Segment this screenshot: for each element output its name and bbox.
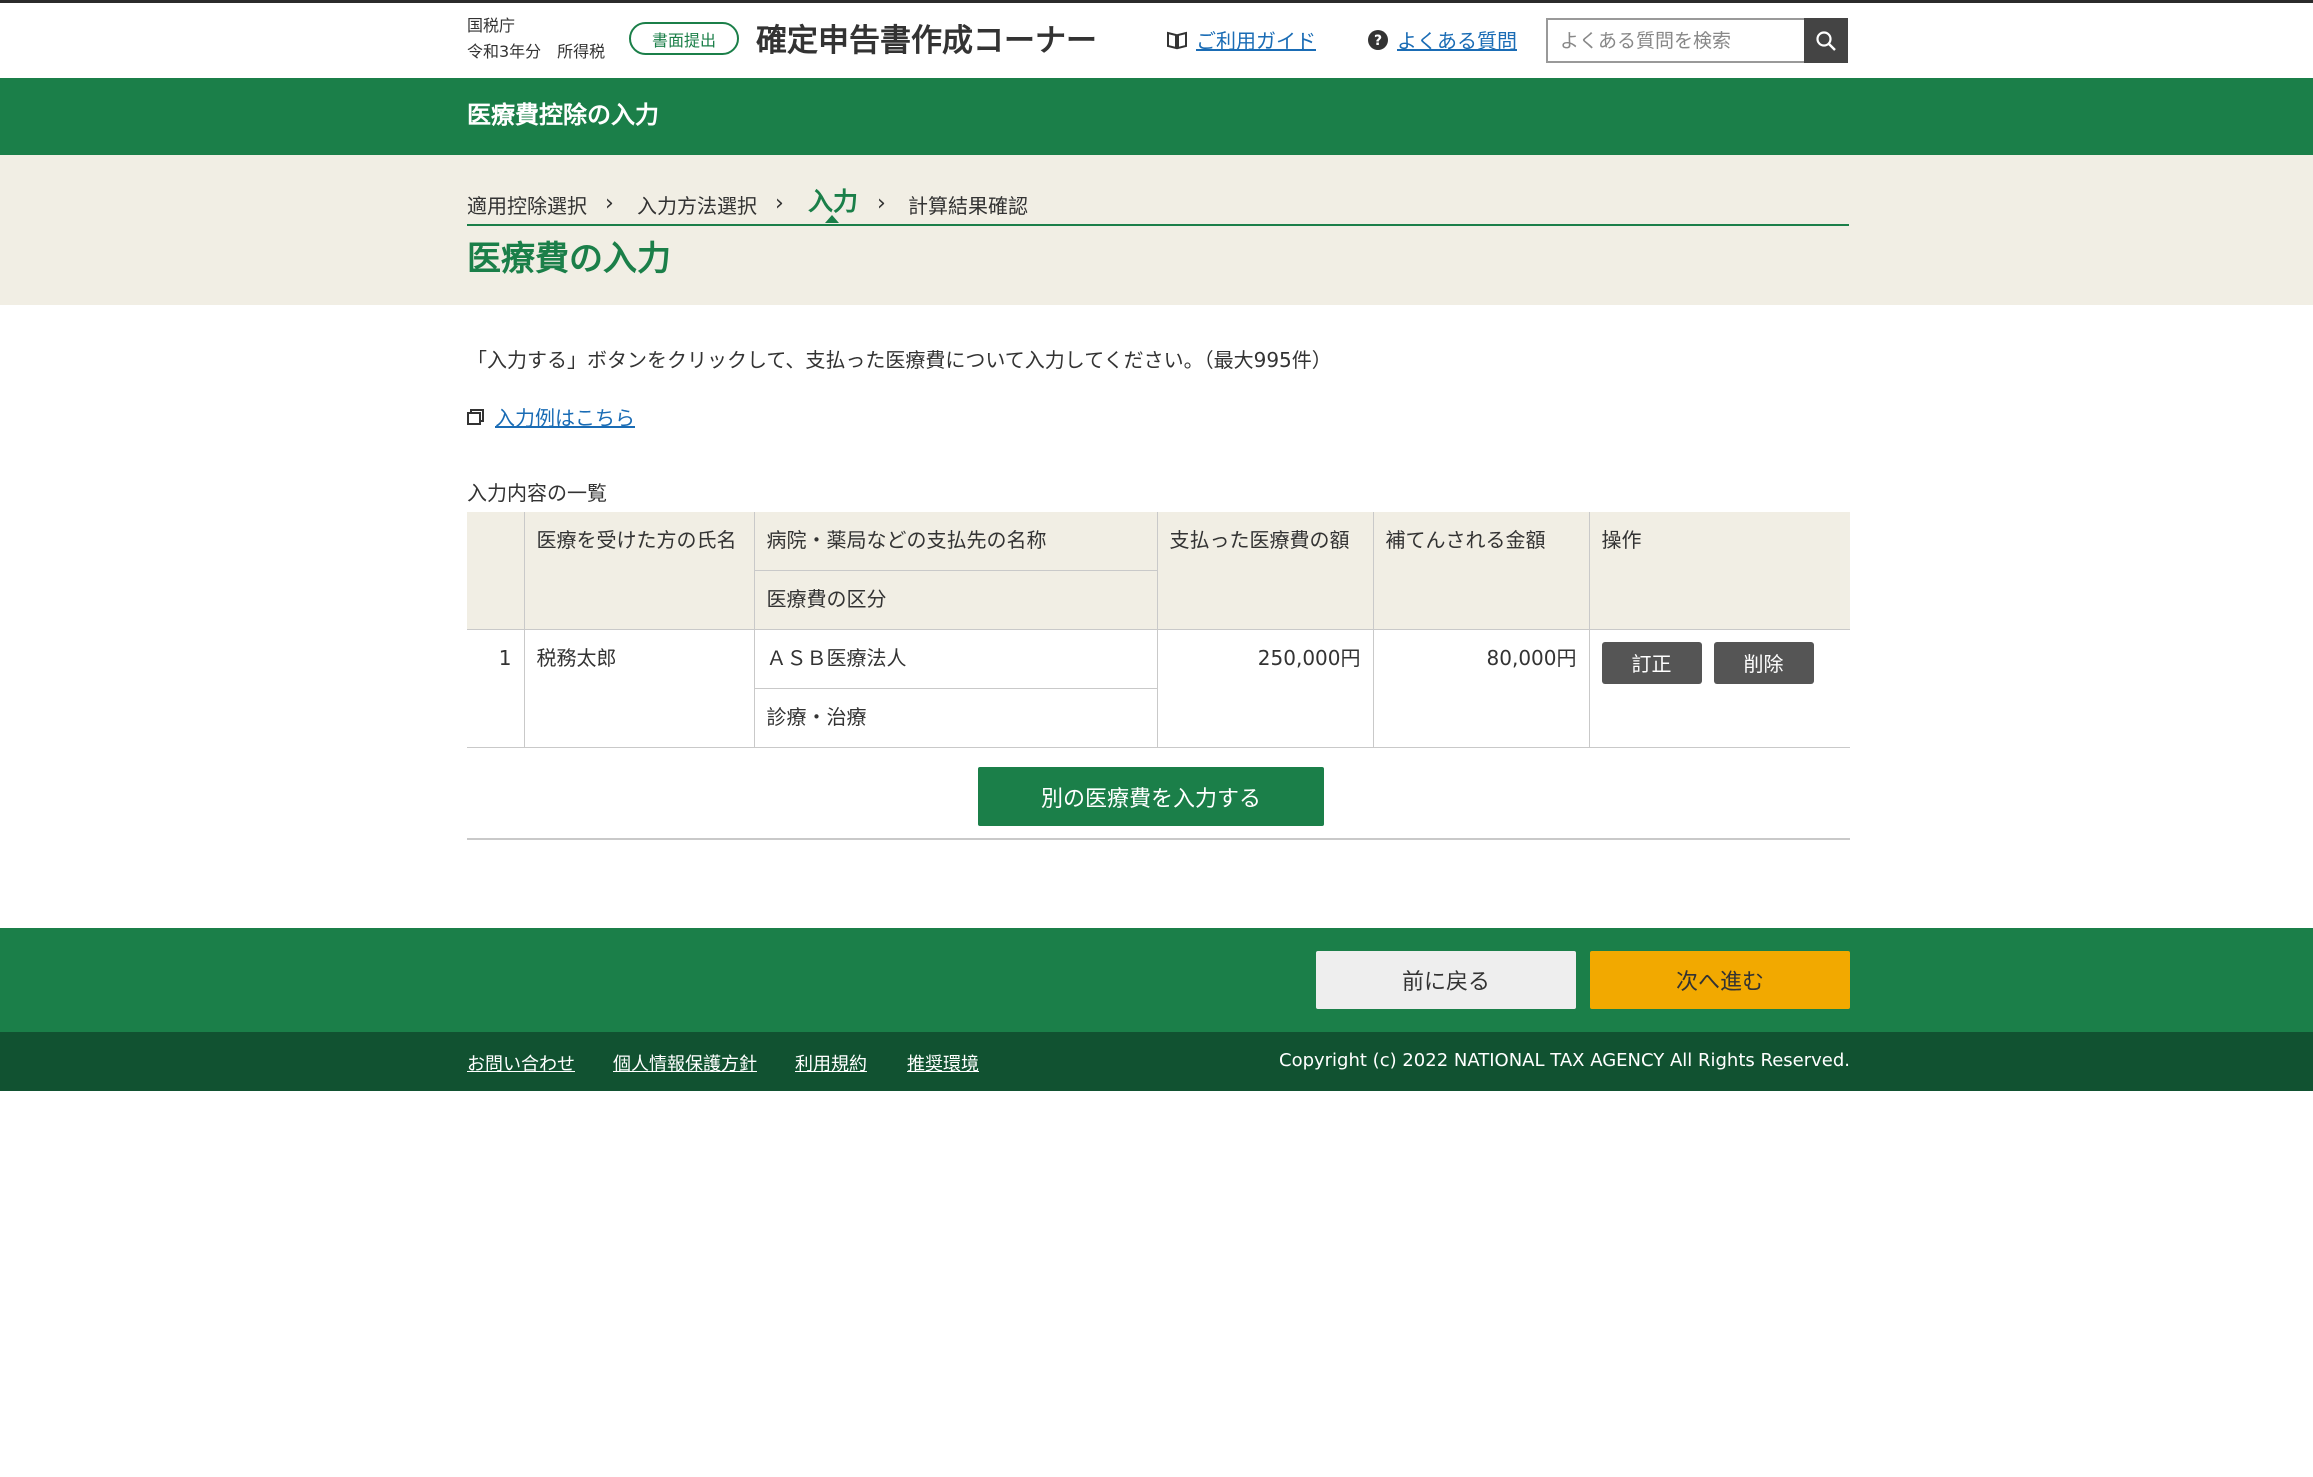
svg-text:?: ? [1374,33,1382,49]
header-category: 医療費の区分 [753,570,1157,630]
table-header-row: 医療を受けた方の氏名 病院・薬局などの支払先の名称 支払った医療費の額 補てんさ… [467,512,1850,630]
question-icon: ? [1368,29,1388,50]
section-title: 医療費控除の入力 [467,101,659,129]
site-header: 国税庁 令和3年分 所得税 書面提出 確定申告書作成コーナー ご利用ガイド ? … [0,3,2313,78]
footer-link-environment[interactable]: 推奨環境 [907,1050,979,1076]
edit-button[interactable]: 訂正 [1601,642,1702,684]
tax-year-label: 令和3年分 所得税 [467,42,606,61]
example-link-group[interactable]: 入力例はこちら [467,402,635,431]
chevron-right-icon: › [605,191,614,216]
submission-type-badge: 書面提出 [629,22,739,55]
header-patient-name: 医療を受けた方の氏名 [523,512,755,630]
step-indicator: 適用控除選択 › 入力方法選択 › 入力 › 計算結果確認 [467,172,1849,226]
patient-name: 税務太郎 [523,629,755,748]
add-entry-row: 別の医療費を入力する [467,755,1850,840]
paid-amount: 250,000円 [1156,629,1374,748]
footer-link-terms[interactable]: 利用規約 [795,1050,867,1076]
copyright-text: Copyright (c) 2022 NATIONAL TAX AGENCY A… [1279,1050,1850,1071]
progress-area: 適用控除選択 › 入力方法選択 › 入力 › 計算結果確認 医療費の入力 [0,155,2313,305]
list-label: 入力内容の一覧 [467,481,607,505]
header-actions: 操作 [1588,512,1850,630]
site-footer: お問い合わせ 個人情報保護方針 利用規約 推奨環境 Copyright (c) … [0,1032,2313,1091]
guide-link-group[interactable]: ご利用ガイド [1166,25,1316,54]
step-input-current: 入力 [808,187,859,216]
book-icon [1167,31,1187,49]
footer-link-contact[interactable]: お問い合わせ [467,1050,575,1076]
agency-name: 国税庁 [467,16,516,35]
search-icon [1816,30,1836,51]
header-paid-amount: 支払った医療費の額 [1156,512,1374,630]
reimbursed-amount: 80,000円 [1372,629,1590,748]
payee-name: ＡＳＢ医療法人 [753,629,1158,689]
page-title: 医療費の入力 [467,239,671,279]
chevron-right-icon: › [775,191,784,216]
step-deduction-select: 適用控除選択 [467,194,587,218]
step-method-select: 入力方法選択 [637,194,757,218]
faq-search [1546,18,1848,63]
example-link[interactable]: 入力例はこちら [495,402,635,431]
faq-link[interactable]: よくある質問 [1397,25,1517,54]
guide-link[interactable]: ご利用ガイド [1196,25,1316,54]
search-input[interactable] [1546,18,1804,63]
add-expense-button[interactable]: 別の医療費を入力する [978,767,1324,826]
app-title: 確定申告書作成コーナー [756,23,1097,59]
search-button[interactable] [1804,18,1848,63]
header-no [467,512,525,630]
footer-link-privacy[interactable]: 個人情報保護方針 [613,1050,757,1076]
row-number: 1 [467,629,525,748]
chevron-right-icon: › [877,191,886,216]
faq-link-group[interactable]: ? よくある質問 [1367,25,1517,54]
section-bar: 医療費控除の入力 [0,78,2313,155]
medical-expense-table: 医療を受けた方の氏名 病院・薬局などの支払先の名称 支払った医療費の額 補てんさ… [467,512,1850,748]
navigation-bar: 前に戻る 次へ進む [0,928,2313,1032]
header-reimbursed-amount: 補てんされる金額 [1372,512,1590,630]
expense-category: 診療・治療 [753,688,1157,748]
new-window-icon [467,408,484,425]
back-button[interactable]: 前に戻る [1316,951,1576,1009]
step-result-confirm: 計算結果確認 [908,194,1028,218]
table-row: 1 税務太郎 ＡＳＢ医療法人 250,000円 80,000円 訂正 削除 [467,629,1850,748]
delete-button[interactable]: 削除 [1713,642,1814,684]
current-step-marker [825,215,839,223]
row-actions: 訂正 削除 [1588,629,1850,748]
instruction-text: 「入力する」ボタンをクリックして、支払った医療費について入力してください。（最大… [467,348,1332,372]
next-button[interactable]: 次へ進む [1590,951,1850,1009]
header-payee: 病院・薬局などの支払先の名称 [753,512,1158,571]
